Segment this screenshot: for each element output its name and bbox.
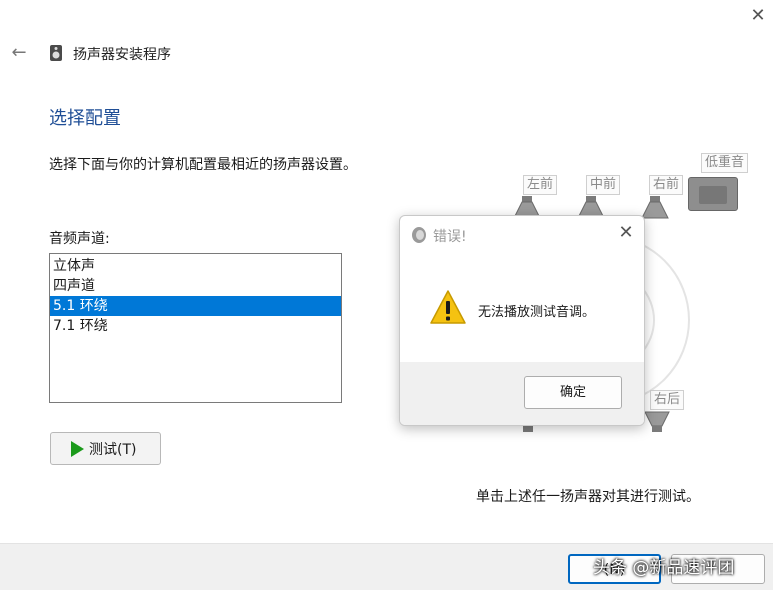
speaker-dialog-icon — [412, 227, 426, 243]
window-title: 扬声器安装程序 — [73, 47, 171, 63]
speaker-label-subwoofer[interactable]: 低重音 — [701, 153, 749, 173]
error-dialog-button-bar: 确定 — [400, 362, 644, 425]
speaker-app-icon — [50, 45, 62, 61]
error-dialog: 错误! ✕ 无法播放测试音调。 确定 — [399, 215, 645, 426]
window-close-icon[interactable]: ✕ — [746, 4, 770, 28]
test-button[interactable]: 测试(T) — [50, 432, 161, 465]
channel-option-7-1-surround[interactable]: 7.1 环绕 — [50, 316, 341, 336]
back-arrow-icon[interactable]: ← — [8, 42, 30, 64]
play-icon — [71, 440, 84, 457]
channel-option-stereo[interactable]: 立体声 — [50, 256, 341, 276]
error-dialog-title: 错误! — [433, 229, 467, 245]
channel-option-5-1-surround[interactable]: 5.1 环绕 — [50, 296, 341, 316]
speaker-label-front-right[interactable]: 右前 — [649, 175, 684, 195]
channel-option-quad[interactable]: 四声道 — [50, 276, 341, 296]
watermark-text: 头条 @新品速评团 — [593, 558, 735, 578]
speaker-label-front-center[interactable]: 中前 — [586, 175, 621, 195]
subwoofer-icon[interactable] — [688, 177, 738, 211]
page-description: 选择下面与你的计算机配置最相近的扬声器设置。 — [49, 157, 357, 173]
speaker-label-front-left[interactable]: 左前 — [523, 175, 558, 195]
speaker-label-rear-right[interactable]: 右后 — [650, 390, 685, 410]
page-heading: 选择配置 — [49, 108, 121, 129]
warning-icon — [430, 290, 466, 324]
error-message: 无法播放测试音调。 — [478, 305, 596, 320]
speaker-rear-right-icon[interactable] — [642, 410, 672, 434]
audio-channels-label: 音频声道: — [49, 231, 110, 247]
speaker-test-hint: 单击上述任一扬声器对其进行测试。 — [476, 489, 700, 505]
error-dialog-close-icon[interactable]: ✕ — [615, 222, 637, 244]
audio-channels-listbox[interactable]: 立体声 四声道 5.1 环绕 7.1 环绕 — [49, 253, 342, 403]
test-button-label: 测试(T) — [89, 441, 137, 458]
ok-button[interactable]: 确定 — [524, 376, 622, 409]
